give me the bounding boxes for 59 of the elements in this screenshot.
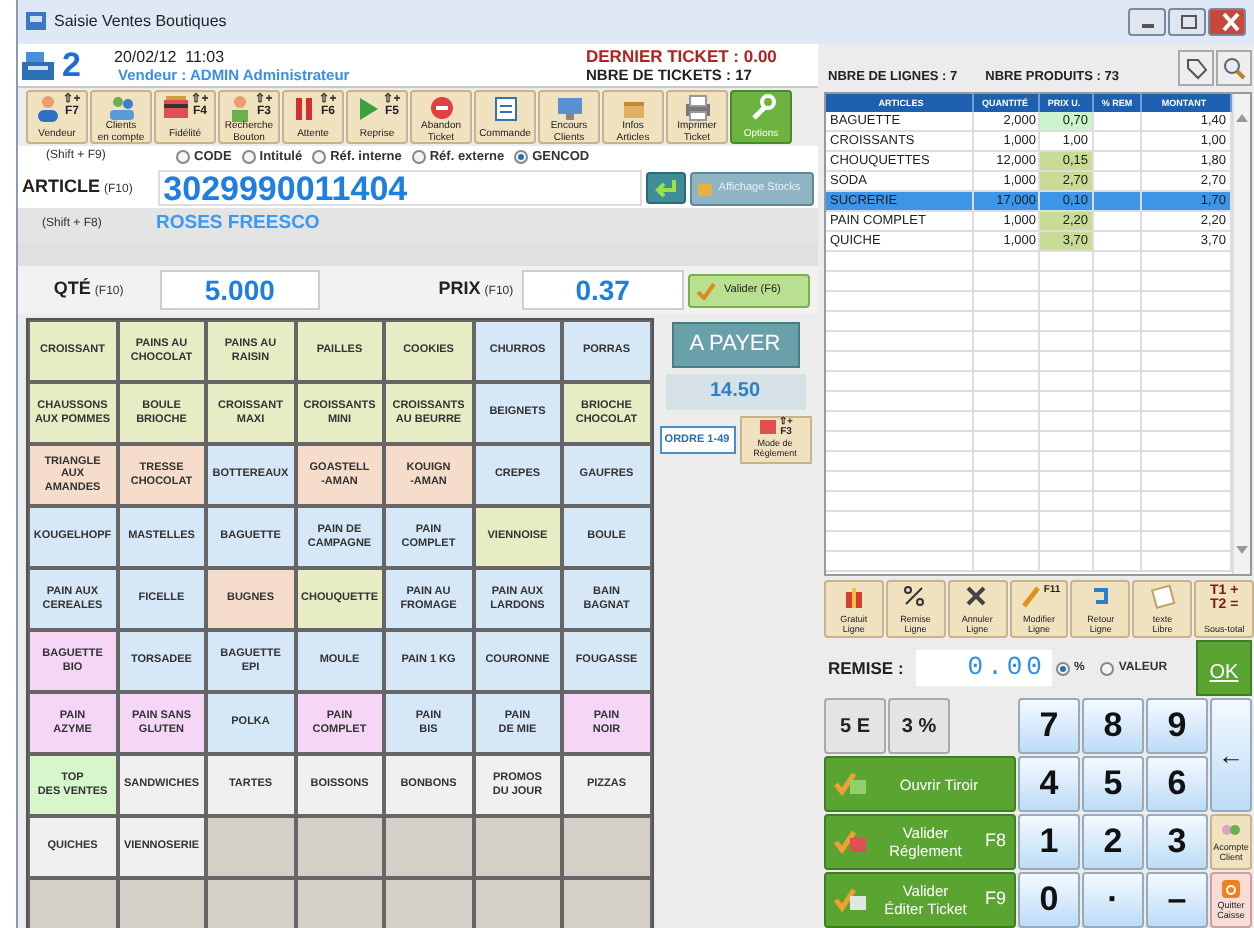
register-number: 2 [62, 44, 83, 88]
people-icon [107, 94, 135, 122]
article-name: ROSES FREESCO [156, 210, 320, 239]
number-key[interactable]: 9 [1146, 698, 1208, 754]
number-key[interactable]: 6 [1146, 756, 1208, 812]
paper-icon [1149, 583, 1176, 610]
preset-button[interactable]: 3 % [888, 698, 950, 754]
tag-icon [1184, 56, 1208, 80]
return-arrow-icon [655, 178, 677, 198]
maximize-icon [1181, 15, 1197, 29]
no-entry-icon [427, 94, 455, 122]
number-key[interactable]: 8 [1082, 698, 1144, 754]
number-key[interactable]: 3 [1146, 814, 1208, 870]
last-ticket: DERNIER TICKET : 0.00 [586, 47, 777, 65]
minimize-icon [1142, 24, 1154, 28]
wrench-icon [747, 94, 775, 122]
window-title: Saisie Ventes Boutiques [54, 10, 227, 34]
price-field[interactable]: 0.37 [521, 270, 685, 310]
field-label: QTÉ [53, 276, 91, 303]
box-icon [696, 179, 715, 197]
check-icon [696, 281, 717, 299]
date-time: 20/02/12 11:03 [114, 47, 227, 65]
number-key[interactable]: 5 [1082, 756, 1144, 812]
backspace-key[interactable]: ← [1210, 698, 1252, 812]
number-key[interactable]: 7 [1018, 698, 1080, 754]
field-label: ARTICLE [22, 174, 100, 201]
number-key[interactable]: 4 [1018, 756, 1080, 812]
discount-label: REMISE : [828, 655, 906, 681]
gift-icon [840, 583, 867, 610]
percent-icon [902, 583, 929, 610]
total-amount: 14.50 [665, 374, 805, 410]
article-field[interactable]: 3029990011404 [157, 170, 643, 206]
app-icon [26, 12, 46, 30]
close-button[interactable] [1208, 8, 1246, 36]
maximize-button[interactable] [1168, 8, 1206, 36]
search-button[interactable] [1216, 50, 1252, 86]
number-key[interactable]: – [1146, 872, 1208, 928]
enter-button[interactable] [646, 172, 687, 204]
minimize-button[interactable] [1128, 8, 1166, 36]
monitor-icon [555, 94, 583, 122]
power-icon [1220, 880, 1242, 900]
user-icon [33, 94, 62, 122]
preset-button[interactable]: 5 E [824, 698, 886, 754]
field-label: PRIX [438, 276, 481, 303]
number-key[interactable]: · [1082, 872, 1144, 928]
number-key[interactable]: 2 [1082, 814, 1144, 870]
pencil-icon [1017, 583, 1044, 610]
quantity-field[interactable]: 5.000 [159, 270, 321, 310]
search-icon [1222, 56, 1246, 80]
tag-button[interactable] [1178, 50, 1214, 86]
scrollbar[interactable] [1232, 93, 1250, 575]
cash-register-icon [22, 51, 54, 79]
number-key[interactable]: 0 [1018, 872, 1080, 928]
scroll-up-icon[interactable] [1236, 113, 1248, 122]
number-key[interactable]: 1 [1018, 814, 1080, 870]
notepad-icon [491, 94, 519, 122]
cross-icon [964, 583, 991, 610]
close-icon [1222, 12, 1240, 32]
scroll-down-icon[interactable] [1236, 546, 1248, 555]
